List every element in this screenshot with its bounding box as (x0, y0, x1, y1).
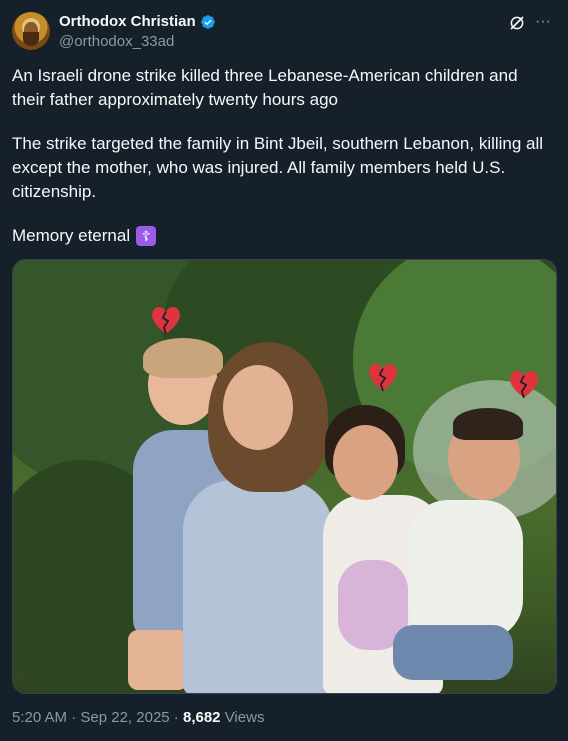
author-name-row[interactable]: Orthodox Christian (59, 12, 216, 32)
boy-shirt (408, 500, 523, 640)
avatar-beard (23, 32, 39, 46)
broken-heart-icon (369, 363, 397, 392)
boy-jeans (393, 625, 513, 680)
orthodox-cross-icon: ☦ (136, 226, 157, 246)
post-meta: 5:20 AM · Sep 22, 2025 · 8,682 Views (12, 708, 264, 728)
older-girl-dress (183, 480, 333, 693)
post: Orthodox Christian @orthodox_33ad ··· An… (0, 0, 568, 741)
child-left-legs (128, 630, 188, 690)
post-date[interactable]: Sep 22, 2025 (80, 709, 169, 726)
views-label: Views (220, 709, 265, 726)
grok-icon[interactable] (508, 14, 526, 32)
author-display-name[interactable]: Orthodox Christian (59, 12, 196, 32)
post-paragraph-1: An Israeli drone strike killed three Leb… (12, 66, 518, 109)
post-paragraph-2: The strike targeted the family in Bint J… (12, 134, 544, 201)
girl-right-face (333, 425, 398, 500)
author-info: Orthodox Christian @orthodox_33ad (59, 12, 216, 52)
older-girl-face (223, 365, 293, 450)
avatar[interactable] (12, 12, 50, 50)
broken-heart-icon (152, 306, 180, 335)
views-count: 8,682 (182, 709, 221, 726)
more-icon[interactable]: ··· (532, 12, 554, 32)
post-header: Orthodox Christian @orthodox_33ad ··· (12, 12, 556, 52)
child-left-hair (143, 338, 223, 378)
boy-hair (453, 408, 523, 440)
meta-separator: · (169, 709, 183, 726)
post-paragraph-3: Memory eternal (12, 226, 131, 245)
broken-heart-icon (510, 370, 538, 399)
meta-separator: · (67, 709, 81, 726)
post-time[interactable]: 5:20 AM (12, 709, 67, 726)
post-text: An Israeli drone strike killed three Leb… (12, 64, 552, 248)
author-handle[interactable]: @orthodox_33ad (59, 32, 216, 52)
post-paragraph-3-row: Memory eternal ☦ (12, 224, 552, 248)
post-photo[interactable] (12, 259, 557, 694)
verified-badge-icon (200, 15, 215, 29)
